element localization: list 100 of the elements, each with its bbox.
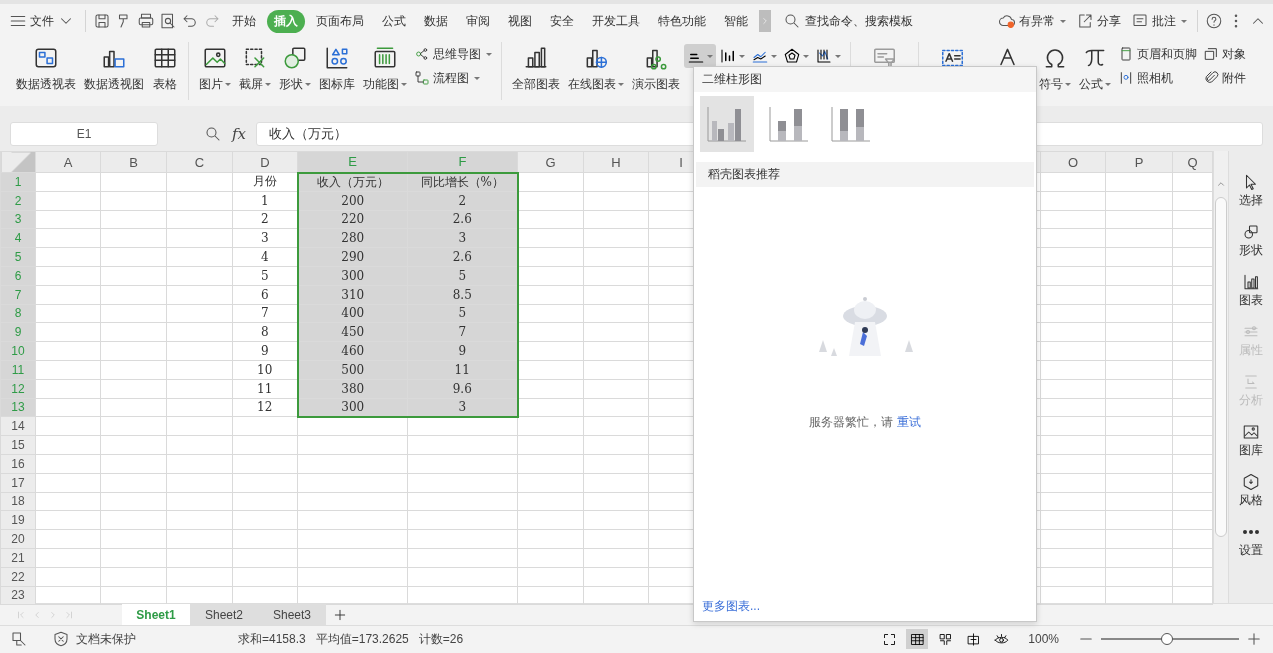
ribbon-button[interactable]: 功能图: [359, 42, 411, 95]
section-header: 稻壳图表推荐: [696, 162, 1034, 187]
ribbon-button[interactable]: 图片: [195, 42, 235, 95]
ribbon-tab[interactable]: 页面布局: [309, 9, 371, 33]
column-header[interactable]: A: [35, 151, 101, 173]
chart-type-option[interactable]: [700, 96, 754, 152]
print-preview-icon[interactable]: [159, 12, 177, 30]
column-header[interactable]: H: [583, 151, 649, 173]
ribbon-button[interactable]: 表格: [148, 42, 182, 95]
ribbon-button[interactable]: 形状: [275, 42, 315, 95]
table-cell: 同比增长（%）: [407, 172, 518, 192]
ribbon-tab[interactable]: 审阅: [459, 9, 497, 33]
ribbon-button[interactable]: 公式: [1075, 42, 1115, 95]
bar-chart-icon: [1242, 273, 1260, 291]
zoom-icon[interactable]: [204, 124, 222, 143]
caret-icon[interactable]: [739, 54, 745, 58]
ribbon-button[interactable]: 在线图表: [564, 42, 628, 95]
error-message: 服务器繁忙，请: [809, 414, 893, 431]
side-panel-button[interactable]: 选择: [1239, 173, 1263, 209]
view-button[interactable]: [906, 629, 929, 649]
column-header[interactable]: C: [166, 151, 233, 173]
help-icon[interactable]: [1205, 12, 1223, 30]
column-header[interactable]: D: [232, 151, 298, 173]
caret-icon[interactable]: [1065, 83, 1071, 87]
scrollbar-thumb[interactable]: [1215, 197, 1227, 537]
vertical-scrollbar[interactable]: [1213, 151, 1228, 603]
toolbar-button[interactable]: 分享: [1073, 9, 1124, 33]
command-search[interactable]: 查找命令、搜索模板: [783, 12, 935, 30]
side-panel-button[interactable]: 风格: [1239, 473, 1263, 509]
add-icon[interactable]: [332, 607, 348, 623]
chart-type-button[interactable]: [684, 44, 716, 68]
ribbon-tab[interactable]: 智能: [717, 9, 755, 33]
zoom-menu[interactable]: 100%: [1028, 632, 1059, 646]
caret-icon[interactable]: [1060, 19, 1066, 23]
shield-icon[interactable]: [52, 630, 70, 648]
caret-icon[interactable]: [225, 83, 231, 87]
insert-function-button[interactable]: fx: [232, 124, 246, 143]
ribbon-tab[interactable]: 视图: [501, 9, 539, 33]
slider-thumb[interactable]: [1161, 633, 1174, 645]
save-icon[interactable]: [93, 12, 111, 30]
caret-icon[interactable]: [486, 52, 492, 56]
status-stat: 求和=4158.3: [238, 630, 306, 648]
sheet-tab[interactable]: Sheet1: [122, 604, 190, 625]
sheet-tab[interactable]: Sheet2: [190, 604, 258, 625]
eye-icon: [993, 631, 1009, 647]
column-header[interactable]: P: [1105, 151, 1173, 173]
ribbon-tab[interactable]: 开发工具: [585, 9, 647, 33]
ribbon-button[interactable]: 照相机: [1115, 68, 1200, 88]
caret-icon[interactable]: [618, 83, 624, 87]
shapes-icon: [1242, 223, 1260, 241]
normal-view-icon: [909, 631, 925, 647]
sheet-tab[interactable]: Sheet3: [258, 604, 326, 625]
caret-icon[interactable]: [707, 54, 713, 58]
ribbon-button[interactable]: 数据透视表: [12, 42, 80, 95]
zoom-in-icon[interactable]: [1245, 630, 1263, 648]
side-panel-button[interactable]: 形状: [1239, 223, 1263, 259]
column-header[interactable]: O: [1040, 151, 1106, 173]
caret-icon[interactable]: [265, 83, 271, 87]
caret-icon[interactable]: [835, 54, 841, 58]
ribbon-button[interactable]: 数据透视图: [80, 42, 148, 95]
ribbon-button[interactable]: 对象: [1200, 44, 1249, 64]
ribbon-tab[interactable]: 数据: [417, 9, 455, 33]
caret-icon[interactable]: [1181, 19, 1187, 23]
ribbon-tab[interactable]: 开始: [225, 9, 263, 33]
column-header[interactable]: B: [100, 151, 167, 173]
ribbon-button[interactable]: 图标库: [315, 42, 359, 95]
side-panel-button[interactable]: 图库: [1239, 423, 1263, 459]
ribbon-button[interactable]: 截屏: [235, 42, 275, 95]
caret-icon[interactable]: [474, 76, 480, 80]
more-icon: [1242, 529, 1260, 535]
side-panel-button[interactable]: 设置: [1239, 523, 1263, 559]
protection-status[interactable]: 文档未保护: [76, 630, 136, 648]
file-menu[interactable]: 文件: [6, 9, 78, 33]
ribbon-tab[interactable]: 公式: [375, 9, 413, 33]
ribbon-button[interactable]: 演示图表: [628, 42, 684, 95]
shapes-icon: [282, 45, 308, 71]
ribbon-button[interactable]: 全部图表: [508, 42, 564, 95]
caret-icon[interactable]: [1105, 83, 1111, 87]
caret-icon[interactable]: [305, 83, 311, 87]
toolbar-button[interactable]: 有异常: [995, 9, 1069, 33]
side-panel-button[interactable]: 图表: [1239, 273, 1263, 309]
zoom-slider[interactable]: [1101, 633, 1239, 645]
caret-icon[interactable]: [803, 54, 809, 58]
undo-icon[interactable]: [181, 12, 199, 30]
column-header[interactable]: G: [517, 151, 584, 173]
print-icon[interactable]: [137, 12, 155, 30]
bar-chart-icon: [719, 47, 737, 65]
toolbar-button[interactable]: 批注: [1128, 9, 1190, 33]
more-charts-link[interactable]: 更多图表...: [702, 599, 760, 613]
ribbon-button[interactable]: 思维导图: [411, 44, 495, 64]
caret-icon[interactable]: [401, 83, 407, 87]
caret-icon[interactable]: [771, 54, 777, 58]
ribbon-tab[interactable]: 安全: [543, 9, 581, 33]
name-box[interactable]: E1: [10, 121, 158, 146]
column-header[interactable]: Q: [1172, 151, 1213, 173]
ribbon-button[interactable]: 附件: [1200, 68, 1249, 88]
ribbon-button[interactable]: 页眉和页脚: [1115, 44, 1200, 64]
ribbon-button[interactable]: 流程图: [411, 68, 495, 88]
ribbon-tab[interactable]: 特色功能: [651, 9, 713, 33]
retry-link[interactable]: 重试: [897, 414, 921, 431]
